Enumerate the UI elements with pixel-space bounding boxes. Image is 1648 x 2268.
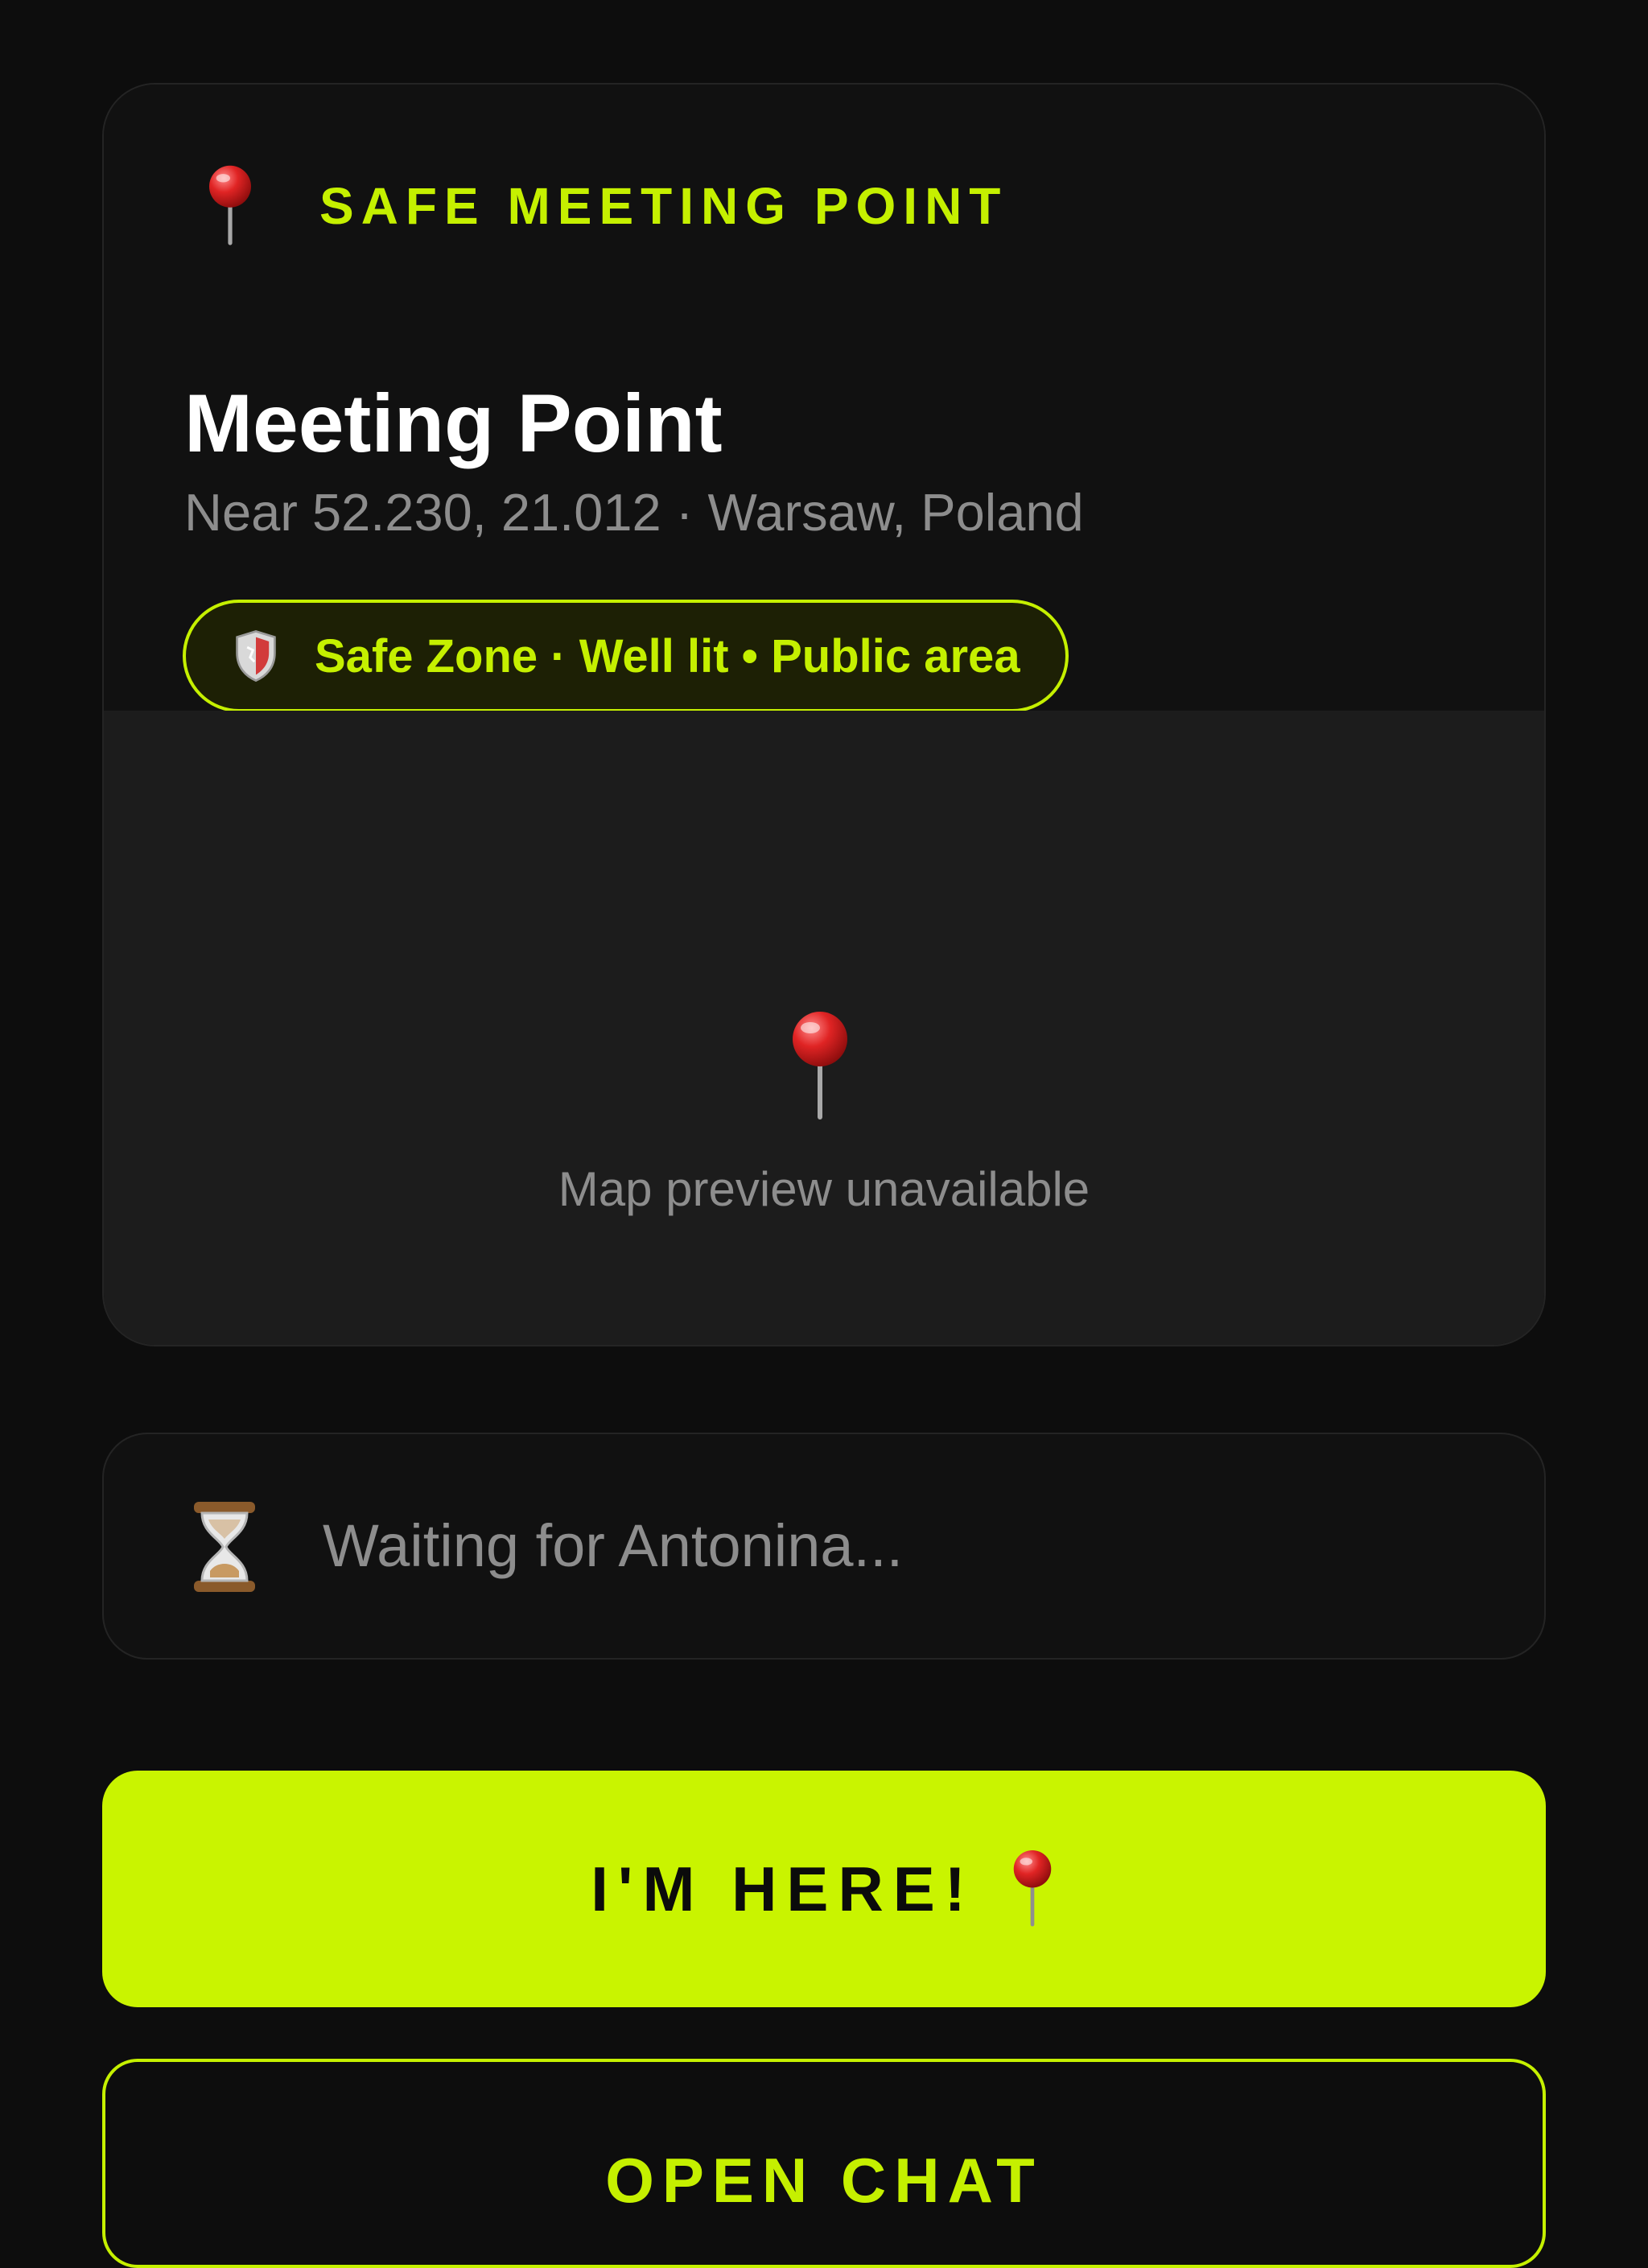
hourglass-icon (194, 1502, 255, 1592)
safe-zone-label: Safe Zone · Well lit • Public area (315, 629, 1020, 682)
eyebrow-label: SAFE MEETING POINT (319, 177, 1008, 235)
shield-icon (236, 629, 276, 682)
im-here-button[interactable]: I'M HERE! (102, 1771, 1546, 2007)
safe-zone-badge: Safe Zone · Well lit • Public area (183, 600, 1069, 712)
safe-meeting-point-heading: SAFE MEETING POINT (202, 162, 1007, 250)
im-here-label: I'M HERE! (591, 1853, 975, 1924)
meeting-point-title: Meeting Point (184, 377, 723, 469)
meeting-point-card: SAFE MEETING POINT Meeting Point Near 52… (102, 83, 1546, 1346)
meeting-point-location: Near 52.230, 21.012 · Warsaw, Poland (184, 483, 1084, 542)
waiting-status-card: Waiting for Antonina... (102, 1433, 1546, 1660)
round-pushpin-icon (209, 165, 251, 245)
meeting-point-header: SAFE MEETING POINT Meeting Point Near 52… (104, 85, 1544, 712)
map-preview[interactable]: Map preview unavailable (104, 711, 1544, 1345)
open-chat-button[interactable]: OPEN CHAT (102, 2059, 1546, 2268)
map-unavailable-message: Map preview unavailable (558, 1162, 1090, 1216)
round-pushpin-icon (1013, 1849, 1052, 1927)
round-pushpin-icon (793, 1012, 847, 1120)
waiting-status-text: Waiting for Antonina... (323, 1512, 904, 1579)
open-chat-label: OPEN CHAT (605, 2145, 1043, 2216)
